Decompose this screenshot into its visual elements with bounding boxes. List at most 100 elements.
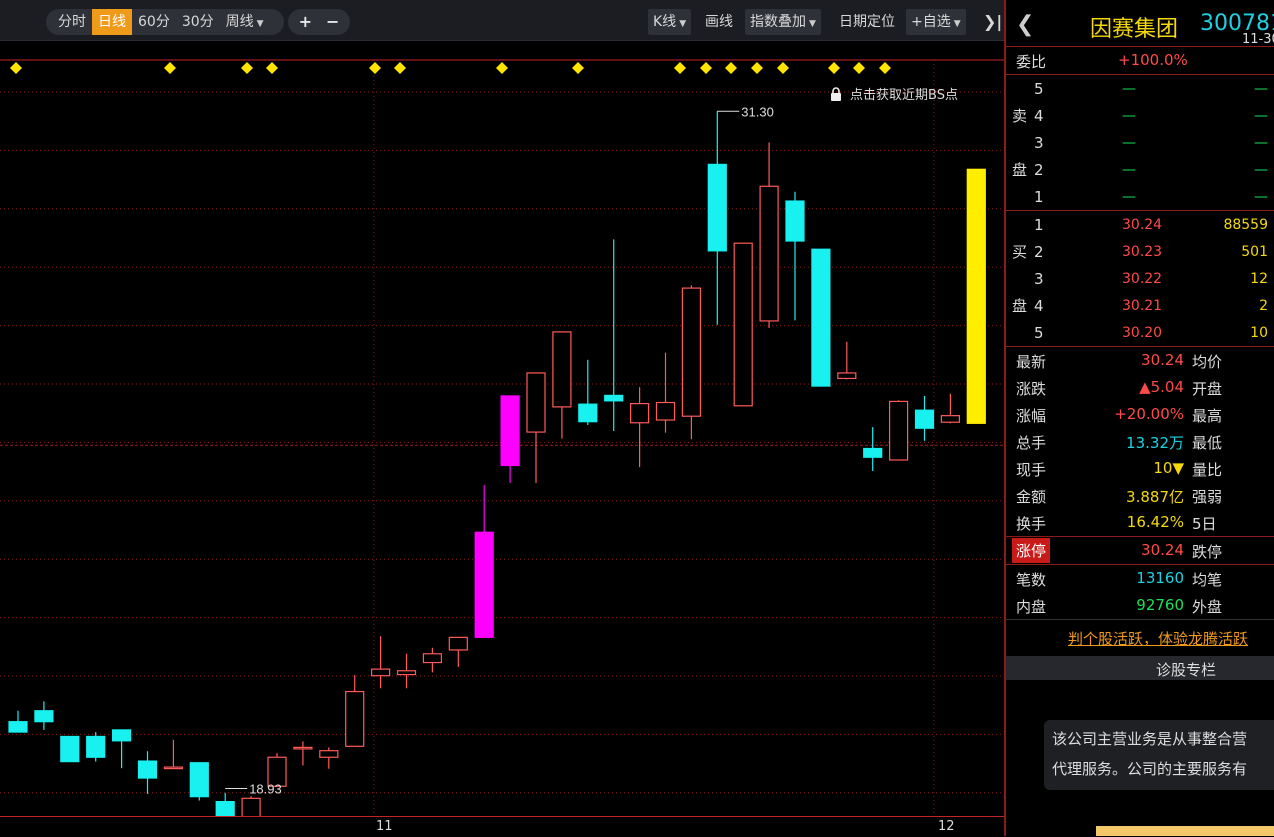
order-volume: 12 [1250, 271, 1268, 287]
zoom-in-button[interactable]: + [295, 9, 316, 35]
bs-point-diamond [241, 62, 253, 74]
candle-body [604, 394, 624, 402]
bottom-tab-indicator[interactable] [1096, 826, 1274, 836]
quote-row: 换手 16.42% 5日 [1006, 509, 1274, 536]
zoom-out-button[interactable]: − [322, 9, 343, 35]
quote-value: 13160 [1136, 569, 1184, 587]
order-price: 30.21 [1122, 298, 1163, 314]
candle-body [655, 401, 676, 421]
candle-body [526, 372, 546, 433]
order-level: 5 [1034, 80, 1044, 98]
order-price: — [1122, 135, 1136, 151]
promo-link[interactable]: 判个股活跃，体验龙腾活跃 [1068, 628, 1248, 649]
quote-label: 现手 [1016, 461, 1047, 479]
kline-label: K线 [653, 14, 677, 30]
date-locate-button[interactable]: 日期定位 [834, 9, 900, 35]
order-level: 4 [1034, 297, 1044, 315]
candle-body [111, 729, 132, 742]
order-price: — [1122, 81, 1136, 97]
quote-label-secondary: 最高 [1192, 407, 1223, 425]
quote-list: 最新 30.24 均价 涨跌 ▲5.04 开盘涨幅 +20.00% 最高总手 13.32万 最低现… [1006, 347, 1274, 536]
trade-stats: 笔数 13160 均笔 内盘 92760 外盘 [1006, 565, 1274, 619]
diagnosis-card[interactable]: 该公司主营业务是从事整合营 代理服务。公司的主要服务有 [1044, 720, 1274, 790]
diagnosis-date: 11-30 [1242, 32, 1274, 47]
tab-60min[interactable]: 60分 [132, 9, 176, 35]
candle-body [345, 690, 365, 747]
high-price-label: 31.30 [741, 104, 774, 119]
order-ratio-row: 委比 +100.0% [1006, 47, 1274, 75]
collapse-right-icon[interactable]: ❯| [978, 9, 1007, 35]
bs-point-diamond [828, 62, 840, 74]
bs-point-diamond [674, 62, 686, 74]
bs-points-hint-text: 点击获取近期BS点 [850, 88, 958, 103]
quote-row: 笔数 13160 均笔 [1006, 565, 1274, 592]
candle-body [837, 372, 857, 380]
candle-body [34, 710, 54, 723]
add-watchlist-label: +自选 [911, 14, 951, 30]
order-price: — [1122, 162, 1136, 178]
kline-chart[interactable]: 31.30 18.93 点击获取近期BS点 [0, 40, 1004, 816]
bs-point-diamond [777, 62, 789, 74]
quote-label-secondary: 最低 [1192, 434, 1223, 452]
quote-label: 涨幅 [1016, 407, 1047, 425]
order-volume: 10 [1250, 325, 1268, 341]
candle-body [448, 636, 468, 651]
quote-label-secondary: 量比 [1192, 461, 1223, 479]
quote-row: 涨跌 ▲5.04 开盘 [1006, 374, 1274, 401]
candle-body [215, 800, 235, 816]
chevron-down-icon: ▼ [256, 19, 264, 29]
bs-point-diamond [394, 62, 406, 74]
tab-intraday[interactable]: 分时 [52, 9, 92, 35]
candle-body [189, 762, 209, 798]
order-book-side-label: 盘 [1012, 161, 1028, 179]
quote-panel: ❮ 因赛集团 300781 委比 +100.0% 5 — — 4 — — 3 — — 2 — — 1 — —… [1004, 0, 1274, 836]
add-watchlist-dropdown[interactable]: +自选 ▼ [906, 9, 966, 35]
diagnosis-text-line: 该公司主营业务是从事整合营 [1052, 730, 1248, 748]
tab-daily[interactable]: 日线 [92, 9, 132, 35]
quote-value: 13.32万 [1126, 434, 1184, 452]
order-price: 30.22 [1122, 271, 1163, 287]
quote-label: 涨跌 [1016, 380, 1047, 398]
order-level: 2 [1034, 161, 1044, 179]
candle-body [888, 400, 909, 461]
candle-body [785, 200, 805, 242]
order-book-row: 2 30.23 501 [1006, 238, 1274, 265]
index-overlay-dropdown[interactable]: 指数叠加 ▼ [745, 9, 821, 35]
quote-label: 最新 [1016, 353, 1047, 371]
candle-body [811, 248, 831, 387]
chevron-down-icon: ▼ [679, 19, 687, 29]
order-book-row: 3 — — [1006, 129, 1274, 156]
bs-point-diamond [164, 62, 176, 74]
order-book-side-label: 买 [1012, 243, 1028, 261]
candle-body [422, 653, 442, 664]
kline-chart-canvas: 31.30 18.93 [0, 59, 1004, 816]
diagnosis-header: 诊股专栏 [1006, 656, 1274, 680]
order-book-side-label: 盘 [1012, 297, 1028, 315]
quote-row: 最新 30.24 均价 [1006, 347, 1274, 374]
x-tick-label: 12 [938, 819, 955, 834]
lock-icon [831, 87, 841, 101]
kline-dropdown[interactable]: K线 ▼ [648, 9, 692, 35]
candle-body [500, 395, 520, 467]
buy-order-book: 1 30.24 88559 2 30.23 501 3 30.22 12 4 30.21 2 5 30.2… [1006, 211, 1274, 347]
order-book-row: 1 — — [1006, 183, 1274, 210]
tab-30min[interactable]: 30分 [176, 9, 220, 35]
tab-weekly-label: 周线 [225, 14, 254, 30]
sell-order-book: 5 — — 4 — — 3 — — 2 — — 1 — — 卖盘 [1006, 75, 1274, 211]
x-tick-label: 11 [376, 819, 393, 834]
period-selector: 分时 日线 60分 30分 周线 ▼ [46, 9, 284, 35]
quote-row: 总手 13.32万 最低 [1006, 428, 1274, 455]
draw-line-button[interactable]: 画线 [700, 9, 738, 35]
limit-up-row: 涨停 30.24 跌停 [1006, 536, 1274, 565]
tab-weekly-dropdown[interactable]: 周线 ▼ [220, 9, 270, 35]
quote-label: 总手 [1016, 434, 1047, 452]
candle-body [940, 415, 961, 423]
quote-label: 换手 [1016, 515, 1047, 533]
order-volume: 88559 [1223, 217, 1268, 233]
chevron-left-icon[interactable]: ❮ [1016, 12, 1034, 37]
bs-points-hint[interactable]: 点击获取近期BS点 [830, 84, 958, 103]
order-book-row: 4 30.21 2 [1006, 292, 1274, 319]
candle-body [241, 797, 261, 816]
order-price: 30.20 [1122, 325, 1163, 341]
quote-value: +20.00% [1114, 405, 1184, 423]
